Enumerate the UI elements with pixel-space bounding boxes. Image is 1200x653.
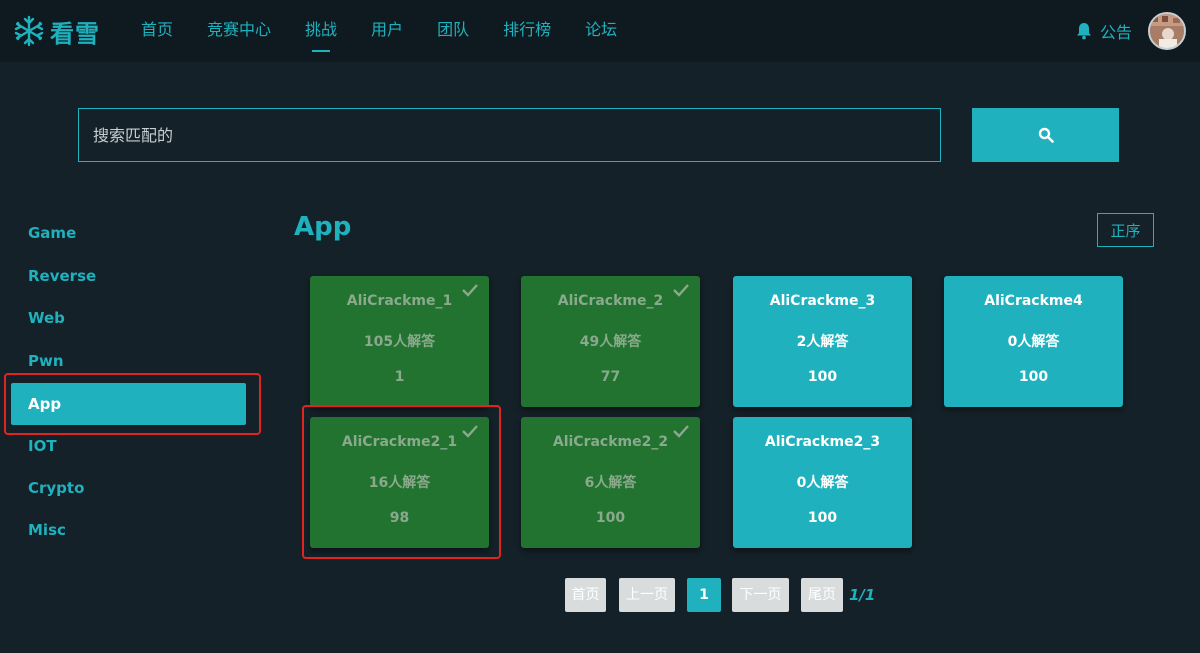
challenge-name: AliCrackme_3: [769, 293, 876, 309]
challenge-name: AliCrackme4: [984, 293, 1083, 309]
page-prev-button[interactable]: 上一页: [619, 578, 675, 612]
page-first-button[interactable]: 首页: [565, 578, 606, 612]
challenge-score: 100: [807, 369, 838, 385]
search-input[interactable]: [78, 108, 941, 162]
search-button[interactable]: [972, 108, 1119, 162]
category-crypto[interactable]: Crypto: [28, 467, 248, 509]
category-iot[interactable]: IOT: [28, 425, 248, 467]
challenge-card[interactable]: AliCrackme_3 2人解答 100: [733, 276, 912, 407]
challenge-score: 1: [394, 369, 405, 385]
challenge-solves: 105人解答: [363, 334, 436, 350]
page-info: 1/1: [849, 586, 876, 604]
category-web[interactable]: Web: [28, 297, 248, 339]
avatar-image: [1150, 14, 1184, 48]
section-title: App: [294, 212, 352, 242]
category-game[interactable]: Game: [28, 212, 248, 254]
top-navbar: 看雪 首页 竞赛中心 挑战 用户 团队 排行榜 论坛 公告: [0, 0, 1200, 62]
challenge-solves: 16人解答: [368, 475, 431, 491]
nav-teams[interactable]: 团队: [420, 0, 486, 62]
category-misc[interactable]: Misc: [28, 509, 248, 551]
main-nav: 首页 竞赛中心 挑战 用户 团队 排行榜 论坛: [124, 0, 634, 62]
page-next-button[interactable]: 下一页: [732, 578, 789, 612]
nav-competition-center[interactable]: 竞赛中心: [190, 0, 288, 62]
challenge-solves: 49人解答: [579, 334, 642, 350]
nav-challenges[interactable]: 挑战: [288, 0, 354, 62]
challenge-score: 100: [595, 510, 626, 526]
challenge-name: AliCrackme2_3: [764, 434, 881, 450]
challenge-solves: 0人解答: [796, 475, 849, 491]
category-pwn[interactable]: Pwn: [28, 340, 248, 382]
site-logo[interactable]: 看雪: [12, 12, 100, 50]
notice-label: 公告: [1099, 23, 1132, 42]
challenge-card[interactable]: AliCrackme2_1 16人解答 98: [310, 417, 489, 548]
snowflake-icon: [14, 15, 44, 47]
challenge-solves: 6人解答: [584, 475, 637, 491]
challenge-name: AliCrackme_2: [557, 293, 664, 309]
challenge-card[interactable]: AliCrackme_2 49人解答 77: [521, 276, 700, 407]
nav-forum[interactable]: 论坛: [568, 0, 634, 62]
bell-icon: [1076, 23, 1091, 40]
challenge-score: 100: [807, 510, 838, 526]
challenge-name: AliCrackme2_2: [552, 434, 669, 450]
user-avatar[interactable]: [1148, 12, 1186, 50]
page-last-button[interactable]: 尾页: [801, 578, 843, 612]
challenge-card[interactable]: AliCrackme_1 105人解答 1: [310, 276, 489, 407]
challenge-solves: 2人解答: [796, 334, 849, 350]
notice-link[interactable]: 公告: [1076, 0, 1132, 62]
challenge-score: 98: [389, 510, 410, 526]
category-app[interactable]: App: [11, 383, 246, 425]
category-reverse[interactable]: Reverse: [28, 255, 248, 297]
challenge-card[interactable]: AliCrackme2_2 6人解答 100: [521, 417, 700, 548]
logo-text: 看雪: [50, 19, 100, 48]
page-current-button[interactable]: 1: [687, 578, 721, 612]
challenge-name: AliCrackme2_1: [341, 434, 458, 450]
nav-home[interactable]: 首页: [124, 0, 190, 62]
search-icon: [1038, 127, 1054, 143]
nav-users[interactable]: 用户: [354, 0, 420, 62]
sort-order-button[interactable]: 正序: [1097, 213, 1154, 247]
nav-leaderboard[interactable]: 排行榜: [486, 0, 568, 62]
challenge-score: 77: [600, 369, 621, 385]
challenge-name: AliCrackme_1: [346, 293, 453, 309]
challenge-solves: 0人解答: [1007, 334, 1060, 350]
challenge-score: 100: [1018, 369, 1049, 385]
challenge-card[interactable]: AliCrackme2_3 0人解答 100: [733, 417, 912, 548]
challenge-card[interactable]: AliCrackme4 0人解答 100: [944, 276, 1123, 407]
